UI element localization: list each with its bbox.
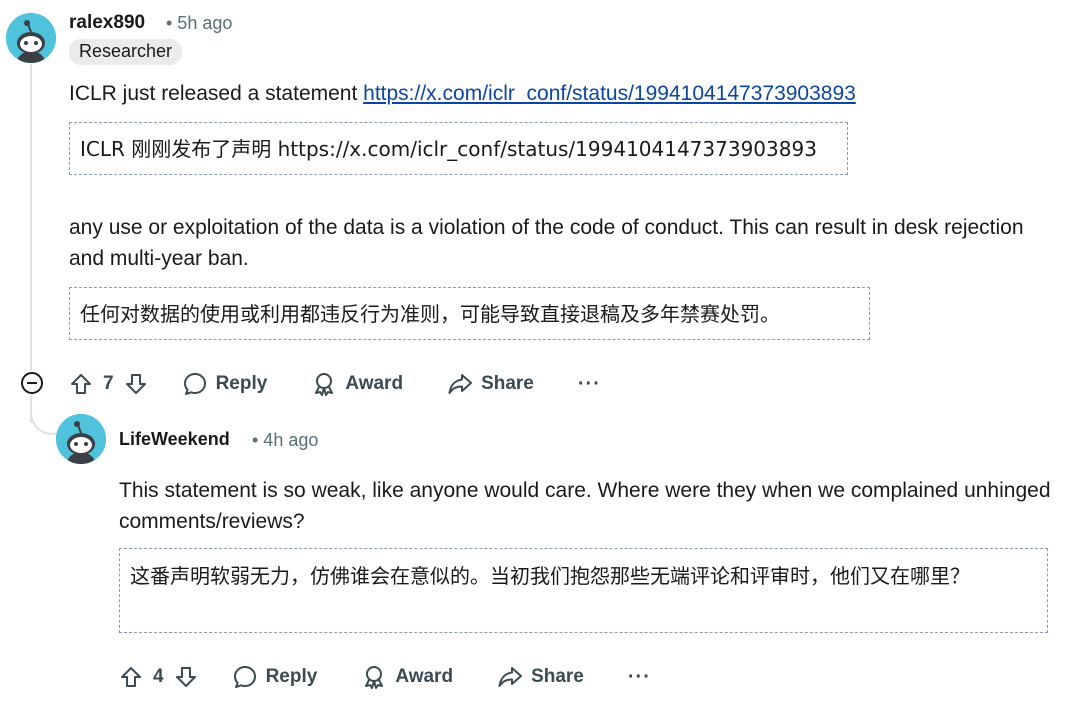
comment-text: ICLR just released a statement (69, 82, 364, 105)
upvote-button[interactable] (69, 372, 93, 396)
arrow-down-icon (125, 374, 146, 394)
translation-box: 这番声明软弱无力，仿佛谁会在意似的。当初我们抱怨那些无端评论和评审时，他们又在哪… (119, 548, 1048, 633)
translation-box: 任何对数据的使用或利用都违反行为准则，可能导致直接退稿及多年禁赛处罚。 (69, 287, 870, 340)
comment-action-bar: 7 Reply Award Share ··· (69, 366, 601, 402)
downvote-button[interactable] (174, 665, 198, 689)
award-button[interactable]: Award (311, 371, 403, 397)
comment-author[interactable]: LifeWeekend (119, 429, 230, 450)
arrow-up-icon (71, 374, 91, 394)
comment-author[interactable]: ralex890 (69, 12, 145, 34)
award-label: Award (345, 373, 404, 394)
speech-bubble-icon (183, 373, 206, 395)
thread-line-vertical (30, 64, 32, 371)
comment-timestamp[interactable]: • 4h ago (252, 430, 318, 451)
thread-line-curve (30, 405, 58, 435)
speech-bubble-icon (233, 666, 256, 688)
reply-button[interactable]: Reply (232, 664, 318, 690)
avatar[interactable] (6, 13, 56, 63)
award-button[interactable]: Award (361, 664, 453, 690)
statement-link[interactable]: https://x.com/iclr_conf/status/199410414… (363, 82, 856, 105)
share-button[interactable]: Share (497, 664, 584, 690)
share-label: Share (481, 373, 534, 394)
avatar[interactable] (56, 414, 106, 464)
more-options-button[interactable]: ··· (628, 666, 651, 689)
arrow-up-icon (121, 667, 141, 687)
comment-paragraph: any use or exploitation of the data is a… (69, 216, 1024, 270)
share-arrow-icon (498, 667, 523, 687)
award-label: Award (395, 666, 454, 687)
user-flair: Researcher (69, 39, 183, 65)
comment-paragraph: ICLR just released a statement https://x… (69, 78, 1059, 109)
upvote-button[interactable] (119, 665, 143, 689)
vote-count: 7 (103, 373, 114, 394)
share-button[interactable]: Share (447, 371, 534, 397)
award-icon (365, 666, 384, 689)
collapse-minus-icon[interactable] (21, 372, 43, 394)
vote-count: 4 (153, 666, 164, 687)
more-options-button[interactable]: ··· (578, 373, 601, 396)
comment-timestamp[interactable]: • 5h ago (166, 13, 232, 34)
downvote-button[interactable] (124, 372, 148, 396)
share-arrow-icon (448, 374, 473, 394)
reply-label: Reply (215, 373, 268, 394)
comment-paragraph: This statement is so weak, like anyone w… (119, 479, 1051, 533)
translation-box: ICLR 刚刚发布了声明 https://x.com/iclr_conf/sta… (69, 122, 848, 175)
snoo-avatar-icon (6, 13, 56, 63)
arrow-down-icon (175, 667, 196, 687)
reply-label: Reply (265, 666, 318, 687)
reply-button[interactable]: Reply (182, 371, 268, 397)
share-label: Share (531, 666, 584, 687)
snoo-avatar-icon (56, 414, 106, 464)
award-icon (315, 373, 334, 396)
comment-action-bar: 4 Reply Award Share ··· (119, 659, 651, 695)
